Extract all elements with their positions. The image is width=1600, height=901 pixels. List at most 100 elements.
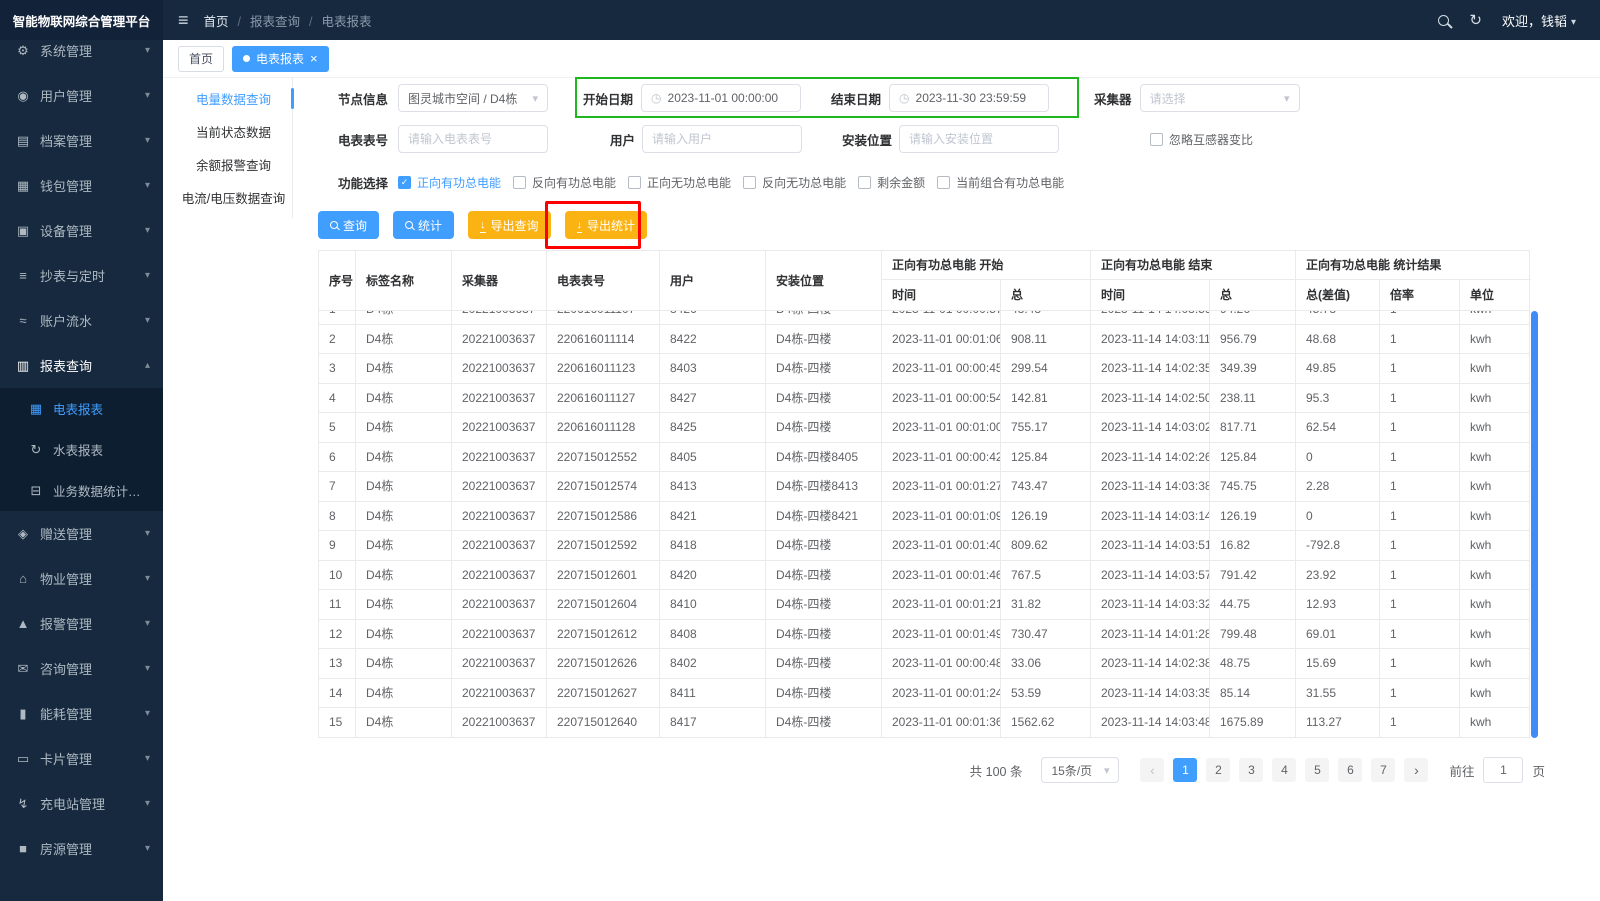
user-input[interactable]: [642, 125, 802, 153]
page-button[interactable]: 4: [1272, 758, 1296, 782]
function-checkbox[interactable]: 反向无功总电能: [743, 174, 846, 191]
function-checkbox[interactable]: 正向无功总电能: [628, 174, 731, 191]
sidebar-item[interactable]: ⊟ 业务数据统计展示: [0, 470, 163, 511]
chevron-down-icon: [1104, 763, 1110, 777]
page-button[interactable]: 6: [1338, 758, 1362, 782]
query-type-item[interactable]: 电流/电压数据查询: [175, 181, 292, 214]
breadcrumb-home[interactable]: 首页: [204, 11, 229, 30]
cell-end-total: 94.26: [1210, 311, 1296, 324]
sidebar-item[interactable]: ↯ 充电站管理: [0, 781, 163, 826]
user-menu[interactable]: 欢迎，钱韬: [1502, 11, 1576, 30]
sidebar-item[interactable]: ◈ 赠送管理: [0, 511, 163, 556]
function-checkbox[interactable]: 反向有功总电能: [513, 174, 616, 191]
cell-tag: D4栋: [356, 620, 452, 649]
goto-page-input[interactable]: [1483, 757, 1523, 783]
tab-close-icon[interactable]: [310, 51, 318, 66]
cell-rate: 1: [1380, 413, 1460, 442]
chevron-icon: [145, 225, 150, 236]
collector-select[interactable]: 请选择: [1140, 84, 1300, 112]
page-button[interactable]: 3: [1239, 758, 1263, 782]
sidebar-item[interactable]: ▭ 卡片管理: [0, 736, 163, 781]
table-row[interactable]: 3 D4栋 20221003637 220616011123 8403 D4栋-…: [319, 354, 1529, 384]
end-date-input[interactable]: 2023-11-30 23:59:59: [889, 84, 1049, 112]
cell-end-time: 2023-11-14 14:03:48: [1091, 708, 1210, 737]
function-checkbox[interactable]: 当前组合有功总电能: [937, 174, 1064, 191]
checkbox-icon: [1150, 133, 1163, 146]
query-type-item[interactable]: 当前状态数据: [175, 115, 292, 148]
table-row[interactable]: 11 D4栋 20221003637 220715012604 8410 D4栋…: [319, 590, 1529, 620]
refresh-icon[interactable]: [1469, 11, 1482, 30]
node-select[interactable]: 图灵城市空间 / D4栋: [398, 84, 548, 112]
function-checkbox[interactable]: 正向有功总电能: [398, 174, 501, 191]
table-row[interactable]: 1 D4栋 20221003637 220616011107 8426 D4栋-…: [319, 311, 1529, 325]
prev-page-button[interactable]: ‹: [1140, 758, 1164, 782]
electric-report-icon: ▦: [26, 401, 46, 417]
breadcrumb-report-query[interactable]: 报表查询: [229, 11, 301, 30]
cell-collector: 20221003637: [452, 590, 547, 619]
tab[interactable]: 电表报表: [232, 46, 329, 72]
location-input[interactable]: [899, 125, 1059, 153]
checkbox-icon: [513, 176, 526, 189]
table-header: 序号 标签名称 采集器 电表表号 用户 安装位置 正向有功总电能 开始 时间 总…: [319, 251, 1529, 311]
sidebar-item[interactable]: ≈ 账户流水: [0, 298, 163, 343]
table-row[interactable]: 10 D4栋 20221003637 220715012601 8420 D4栋…: [319, 561, 1529, 591]
table-row[interactable]: 2 D4栋 20221003637 220616011114 8422 D4栋-…: [319, 325, 1529, 355]
sidebar-item[interactable]: ■ 房源管理: [0, 826, 163, 871]
ignore-ct-checkbox[interactable]: 忽略互感器变比: [1150, 131, 1253, 148]
search-icon: [405, 221, 413, 229]
cell-rate: 1: [1380, 354, 1460, 383]
col-header-location: 安装位置: [766, 251, 882, 310]
page-button[interactable]: 5: [1305, 758, 1329, 782]
sidebar-item[interactable]: ◉ 用户管理: [0, 73, 163, 118]
cell-seq: 2: [319, 325, 356, 354]
cell-end-time: 2023-11-14 14:02:26: [1091, 443, 1210, 472]
sidebar-item[interactable]: ▲ 报警管理: [0, 601, 163, 646]
table-row[interactable]: 7 D4栋 20221003637 220715012574 8413 D4栋-…: [319, 472, 1529, 502]
page-button[interactable]: 7: [1371, 758, 1395, 782]
sidebar-item[interactable]: ▣ 设备管理: [0, 208, 163, 253]
sidebar-item[interactable]: ▦ 电表报表: [0, 388, 163, 429]
query-button[interactable]: 查询: [318, 211, 379, 239]
next-page-button[interactable]: ›: [1404, 758, 1428, 782]
chevron-icon: [145, 528, 150, 539]
chevron-down-icon: [532, 89, 538, 107]
sidebar-item[interactable]: ▦ 钱包管理: [0, 163, 163, 208]
chevron-icon: [145, 90, 150, 101]
page-button[interactable]: 1: [1173, 758, 1197, 782]
export-stats-button[interactable]: 导出统计: [565, 211, 648, 239]
sidebar-item[interactable]: ↻ 水表报表: [0, 429, 163, 470]
start-date-input[interactable]: 2023-11-01 00:00:00: [641, 84, 801, 112]
table-scrollbar[interactable]: [1531, 311, 1538, 738]
page-size-select[interactable]: 15条/页: [1041, 757, 1119, 783]
table-row[interactable]: 4 D4栋 20221003637 220616011127 8427 D4栋-…: [319, 384, 1529, 414]
query-type-item[interactable]: 电量数据查询: [175, 82, 292, 115]
table-row[interactable]: 15 D4栋 20221003637 220715012640 8417 D4栋…: [319, 708, 1529, 738]
cell-collector: 20221003637: [452, 311, 547, 324]
sidebar-item[interactable]: ✉ 咨询管理: [0, 646, 163, 691]
table-row[interactable]: 8 D4栋 20221003637 220715012586 8421 D4栋-…: [319, 502, 1529, 532]
sidebar-item[interactable]: ▤ 档案管理: [0, 118, 163, 163]
sidebar-item[interactable]: ⌂ 物业管理: [0, 556, 163, 601]
table-row[interactable]: 9 D4栋 20221003637 220715012592 8418 D4栋-…: [319, 531, 1529, 561]
function-checkbox[interactable]: 剩余金额: [858, 174, 925, 191]
search-icon[interactable]: [1438, 15, 1449, 26]
stats-button[interactable]: 统计: [393, 211, 454, 239]
query-type-item[interactable]: 余额报警查询: [175, 148, 292, 181]
menu-toggle-icon[interactable]: [178, 10, 189, 31]
sidebar: ⚙ 系统管理 ◉ 用户管理 ▤ 档案管理 ▦: [0, 40, 163, 901]
meter-no-input[interactable]: [398, 125, 548, 153]
sidebar-item[interactable]: ▮ 能耗管理: [0, 691, 163, 736]
cell-rate: 1: [1380, 649, 1460, 678]
table-row[interactable]: 12 D4栋 20221003637 220715012612 8408 D4栋…: [319, 620, 1529, 650]
export-query-button[interactable]: 导出查询: [468, 211, 551, 239]
tab[interactable]: 首页: [178, 46, 224, 72]
table-row[interactable]: 13 D4栋 20221003637 220715012626 8402 D4栋…: [319, 649, 1529, 679]
cell-start-total: 755.17: [1001, 413, 1091, 442]
table-row[interactable]: 14 D4栋 20221003637 220715012627 8411 D4栋…: [319, 679, 1529, 709]
sidebar-item[interactable]: ≡ 抄表与定时: [0, 253, 163, 298]
table-row[interactable]: 5 D4栋 20221003637 220616011128 8425 D4栋-…: [319, 413, 1529, 443]
sidebar-item[interactable]: ▥ 报表查询: [0, 343, 163, 388]
cell-diff: 31.55: [1296, 679, 1380, 708]
page-button[interactable]: 2: [1206, 758, 1230, 782]
table-row[interactable]: 6 D4栋 20221003637 220715012552 8405 D4栋-…: [319, 443, 1529, 473]
